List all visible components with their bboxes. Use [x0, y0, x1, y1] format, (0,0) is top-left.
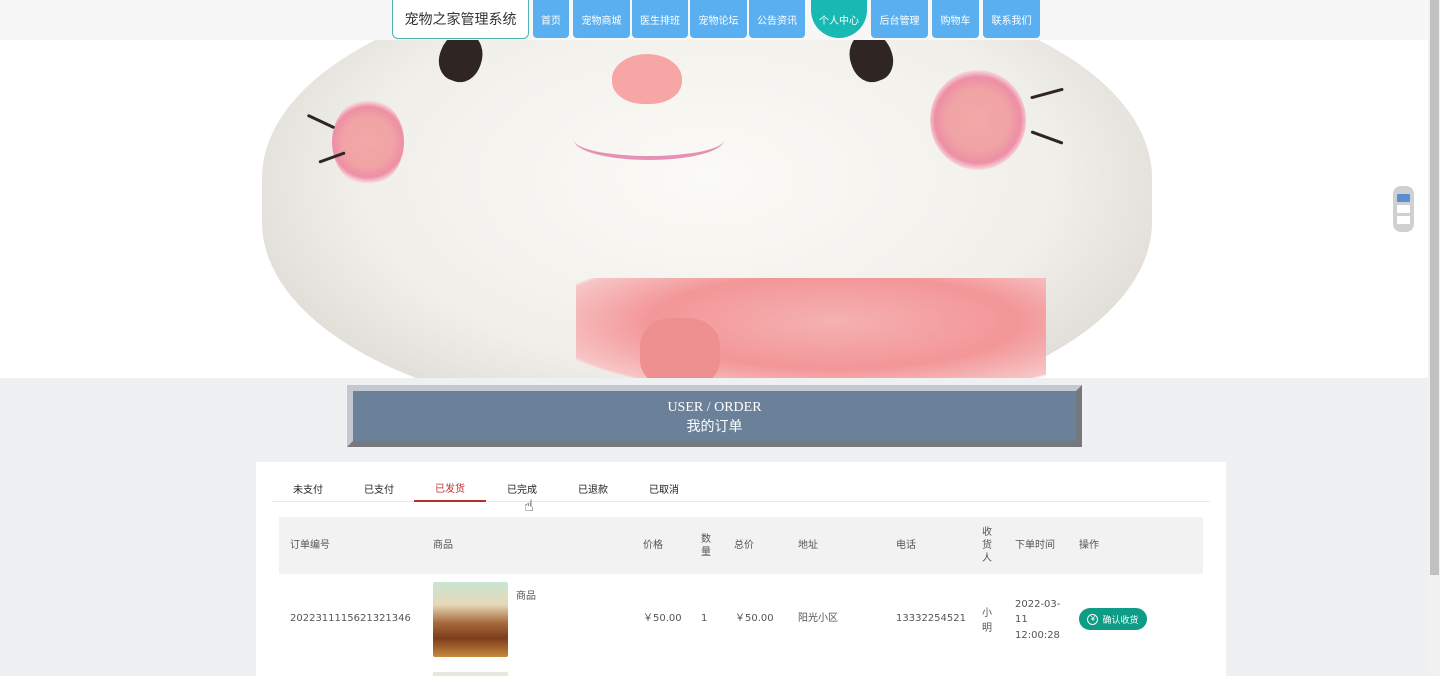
nav-news[interactable]: 公告资讯 — [749, 0, 805, 38]
tab-refunded[interactable]: 已退款 — [557, 474, 629, 502]
cell-order-time: 2022-03-11 12:00:28 — [1015, 598, 1061, 641]
confirm-receipt-label: 确认收货 — [1102, 615, 1139, 626]
cell-address: 阳光小区 — [798, 613, 838, 625]
nav-personal-center[interactable]: 个人中心 — [811, 0, 867, 38]
yen-icon: ¥ — [1087, 613, 1099, 625]
th-order-time: 下单时间 — [1015, 540, 1055, 551]
plush-nose — [612, 54, 682, 104]
tab-completed[interactable]: 已完成 — [486, 474, 558, 502]
th-product: 商品 — [433, 540, 453, 551]
tab-shipped[interactable]: 已发货 — [414, 474, 486, 502]
indicator-dot[interactable] — [1397, 216, 1410, 224]
order-status-tabs: 未支付 已支付 已发货 已完成 已退款 已取消 — [272, 474, 1210, 502]
cell-qty: 1 — [701, 613, 708, 625]
th-receiver: 收货人 — [982, 527, 992, 564]
cell-receiver: 小明 — [982, 607, 992, 635]
product-thumbnail[interactable] — [433, 582, 508, 657]
banner-image — [0, 40, 1428, 378]
order-panel: 未支付 已支付 已发货 已完成 已退款 已取消 订单编号 商品 价格 数量 总价… — [256, 462, 1226, 676]
nav-doctor-schedule[interactable]: 医生排班 — [632, 0, 688, 38]
th-address: 地址 — [798, 540, 818, 551]
nav-pet-forum[interactable]: 宠物论坛 — [690, 0, 747, 38]
hand-cursor-icon: ☝ — [524, 496, 534, 515]
brand-title[interactable]: 宠物之家管理系统 — [392, 0, 529, 39]
nav-cart[interactable]: 购物车 — [932, 0, 979, 38]
indicator-dot[interactable] — [1397, 205, 1410, 213]
scrollbar-thumb[interactable] — [1430, 0, 1439, 575]
nav-contact[interactable]: 联系我们 — [983, 0, 1040, 38]
page-title-en: USER / ORDER — [667, 400, 762, 415]
table-header: 订单编号 商品 价格 数量 总价 地址 电话 收货人 下单时间 操作 — [279, 517, 1203, 574]
confirm-receipt-button[interactable]: ¥ 确认收货 — [1079, 608, 1147, 630]
product-thumbnail-next — [433, 672, 508, 676]
cell-product-name[interactable]: 商品 — [516, 587, 536, 607]
th-order-no: 订单编号 — [290, 540, 330, 551]
th-total: 总价 — [734, 540, 754, 551]
cell-total: ￥50.00 — [735, 613, 774, 625]
plush-cheek-right — [930, 70, 1026, 170]
plush-bow-knot — [640, 318, 720, 378]
tab-cancelled[interactable]: 已取消 — [628, 474, 700, 502]
page-title-cn: 我的订单 — [686, 420, 743, 435]
nav-admin[interactable]: 后台管理 — [871, 0, 928, 38]
tab-unpaid[interactable]: 未支付 — [272, 474, 344, 502]
cell-phone: 13332254521 — [896, 613, 966, 625]
th-action: 操作 — [1079, 540, 1099, 551]
plush-mouth — [574, 120, 724, 160]
nav-home[interactable]: 首页 — [533, 0, 569, 38]
tab-paid[interactable]: 已支付 — [343, 474, 415, 502]
th-price: 价格 — [643, 540, 663, 551]
page-scrollbar[interactable] — [1428, 0, 1440, 676]
indicator-dot-active[interactable] — [1397, 194, 1410, 202]
side-carousel-indicator[interactable] — [1393, 186, 1414, 232]
page-title-box: USER / ORDER 我的订单 — [347, 385, 1082, 447]
top-nav: 宠物之家管理系统 首页 宠物商城 医生排班 宠物论坛 公告资讯 个人中心 后台管… — [0, 0, 1428, 40]
cell-order-no: 2022311115621321346 23 — [290, 613, 415, 625]
cell-price: ￥50.00 — [643, 613, 682, 625]
plush-cheek-left — [332, 98, 404, 186]
nav-pet-shop[interactable]: 宠物商城 — [573, 0, 630, 38]
th-qty: 数量 — [701, 533, 711, 558]
th-phone: 电话 — [896, 540, 916, 551]
